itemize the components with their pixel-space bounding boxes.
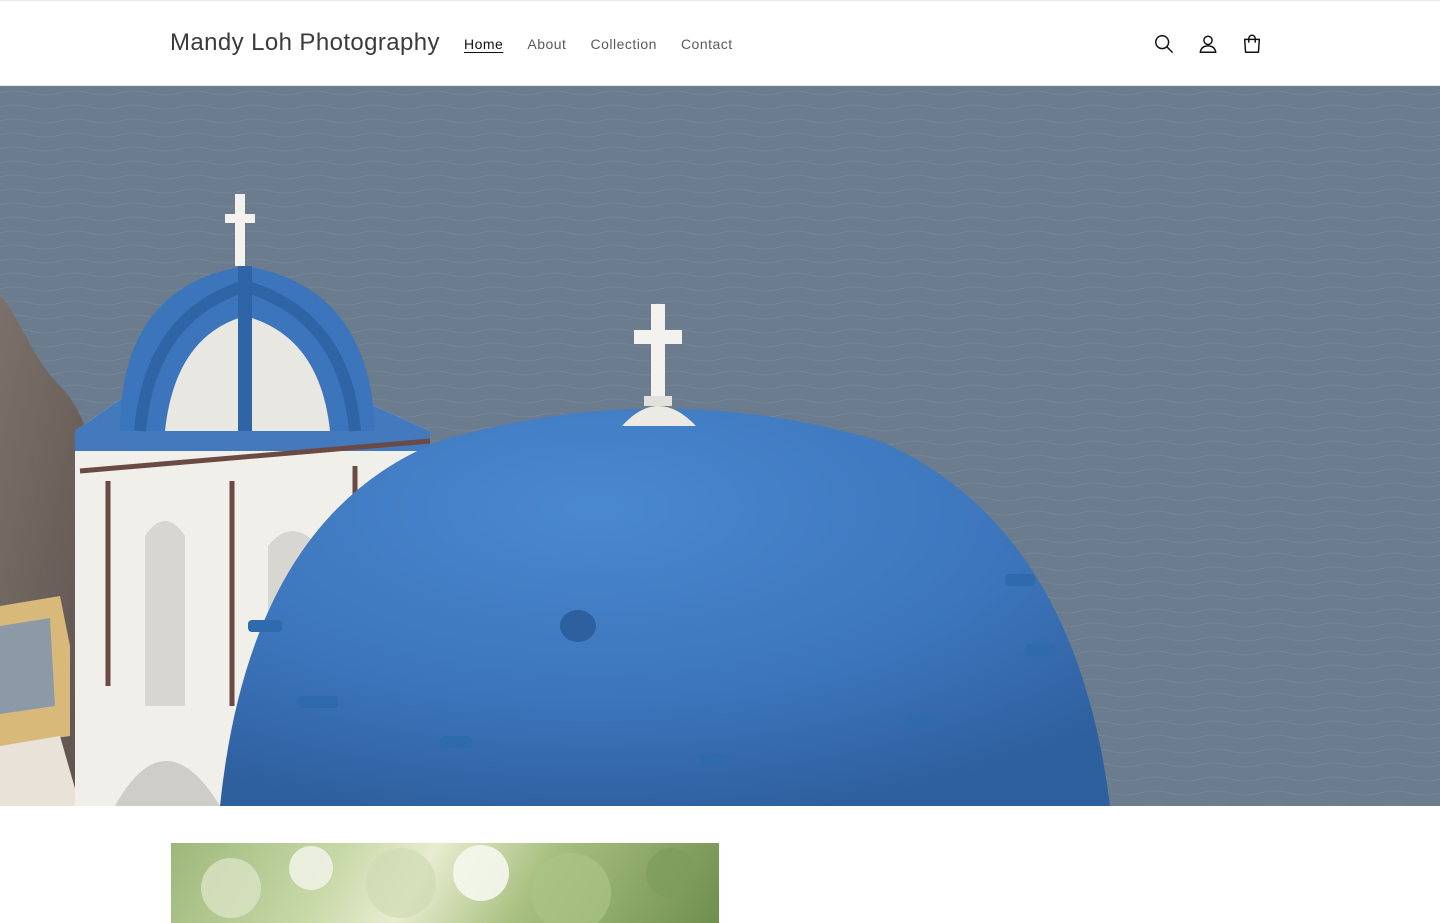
cart-icon — [1243, 34, 1261, 53]
search-button[interactable] — [1142, 22, 1186, 66]
site-header: Mandy Loh Photography Home About Collect… — [0, 0, 1440, 86]
nav-contact[interactable]: Contact — [669, 34, 745, 54]
featured-photo — [201, 845, 696, 923]
site-logo[interactable]: Mandy Loh Photography — [170, 29, 440, 57]
hero-image — [0, 86, 1440, 806]
main-nav: Home About Collection Contact — [452, 34, 745, 54]
cart-button[interactable] — [1230, 22, 1274, 66]
header-icons — [1142, 22, 1274, 66]
search-icon — [1155, 35, 1173, 53]
nav-about[interactable]: About — [515, 34, 578, 54]
nav-home[interactable]: Home — [452, 34, 515, 54]
featured-image[interactable] — [171, 843, 719, 923]
account-button[interactable] — [1186, 22, 1230, 66]
hero-banner — [0, 86, 1440, 806]
account-icon — [1199, 35, 1217, 53]
nav-collection[interactable]: Collection — [578, 34, 668, 54]
